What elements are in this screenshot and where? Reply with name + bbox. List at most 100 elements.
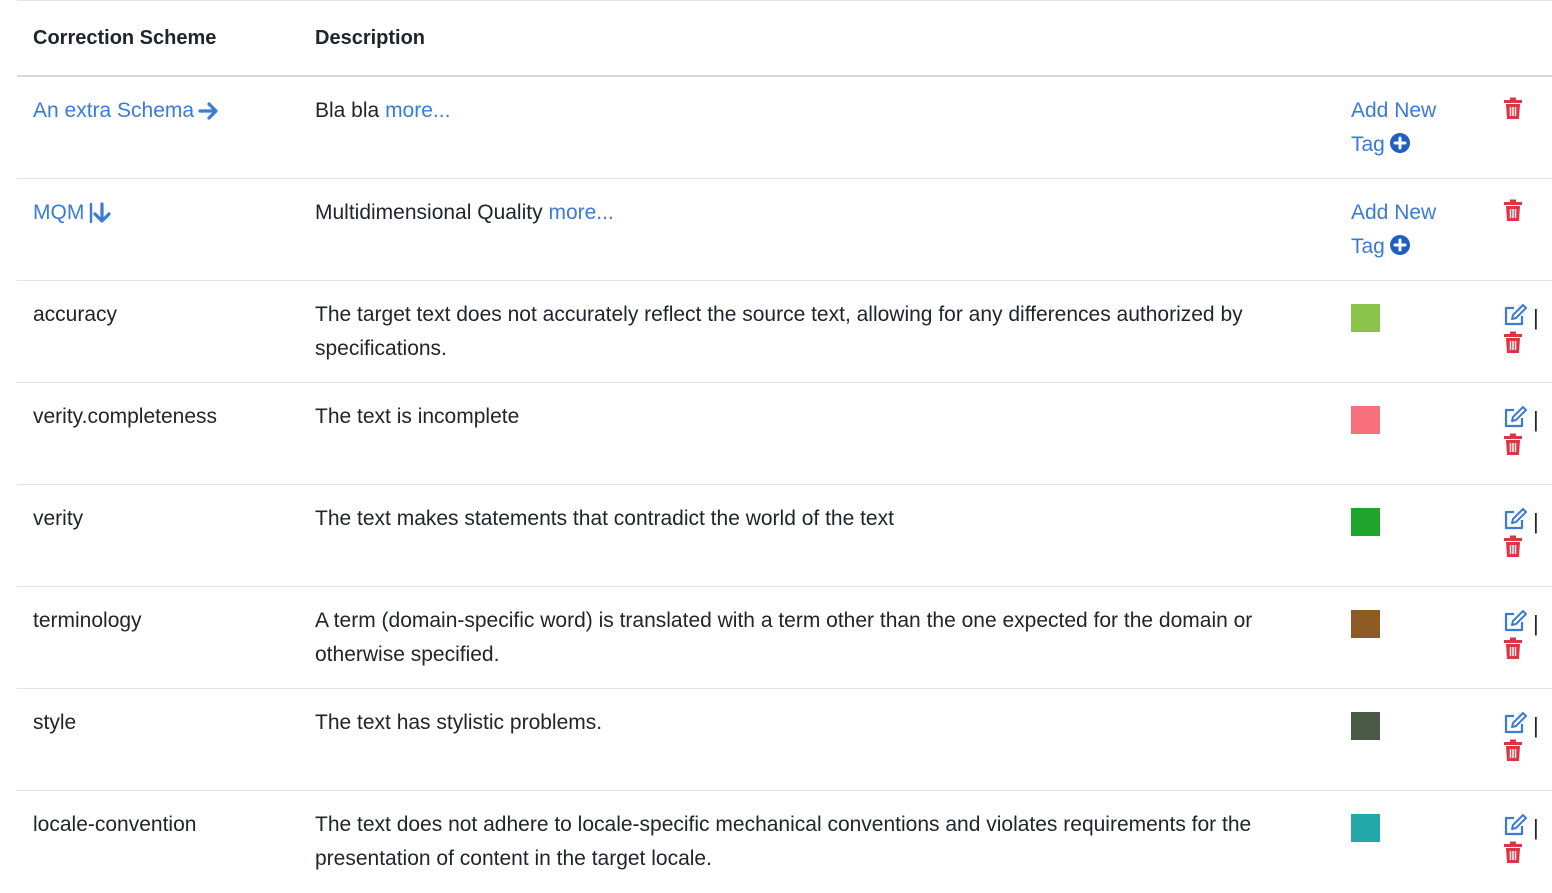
tag-color-swatch	[1351, 406, 1380, 434]
edit-tag-button[interactable]	[1503, 303, 1529, 333]
tag-name: accuracy	[33, 303, 118, 326]
actions-cell	[1487, 97, 1552, 178]
add-new-tag-button[interactable]: Add New Tag	[1351, 196, 1487, 267]
scheme-row: An extra Schema Bla bla more... Add New …	[17, 77, 1552, 179]
edit-tag-button[interactable]	[1503, 813, 1529, 843]
tag-description: The text has stylistic problems.	[315, 711, 603, 734]
tag-description: The text does not adhere to locale-speci…	[315, 813, 1252, 870]
more-link[interactable]: more...	[385, 99, 450, 122]
delete-tag-button[interactable]	[1503, 433, 1552, 462]
edit-tag-button[interactable]	[1503, 405, 1529, 435]
edit-icon	[1504, 610, 1527, 632]
tag-description: The target text does not accurately refl…	[315, 303, 1243, 360]
add-tag-cell: Add New Tag	[1335, 97, 1487, 178]
scheme-description: Bla bla	[315, 99, 380, 122]
tag-row: terminology A term (domain-specific word…	[17, 587, 1552, 689]
tag-color-swatch	[1351, 304, 1380, 332]
table-header: Correction Scheme Description	[17, 1, 1552, 77]
tag-color-cell	[1335, 811, 1487, 893]
scheme-link-extra-schema[interactable]: An extra Schema	[33, 94, 220, 128]
edit-icon	[1504, 508, 1527, 530]
scheme-description-cell: Bla bla more...	[315, 94, 1335, 178]
add-new-tag-label-line1: Add New	[1351, 201, 1437, 224]
tag-description: The text makes statements that contradic…	[315, 507, 894, 530]
edit-tag-button[interactable]	[1503, 507, 1529, 537]
tag-description: The text is incomplete	[315, 405, 520, 428]
delete-scheme-button[interactable]	[1503, 97, 1523, 126]
plus-circle-icon	[1389, 131, 1411, 165]
add-new-tag-label-line2: Tag	[1351, 133, 1385, 156]
tag-row: verity.completeness The text is incomple…	[17, 383, 1552, 485]
actions-cell	[1487, 199, 1552, 280]
tag-color-swatch	[1351, 712, 1380, 740]
arrow-down-icon	[90, 202, 111, 224]
tag-color-cell	[1335, 505, 1487, 586]
add-new-tag-label-line1: Add New	[1351, 99, 1437, 122]
trash-icon	[1504, 97, 1522, 119]
trash-icon	[1504, 739, 1522, 761]
scheme-link-mqm[interactable]: MQM	[33, 196, 112, 230]
correction-scheme-table: Correction Scheme Description An extra S…	[17, 0, 1552, 893]
tag-color-swatch	[1351, 610, 1380, 638]
scheme-description-cell: Multidimensional Quality more...	[315, 196, 1335, 280]
trash-icon	[1504, 331, 1522, 353]
tag-name: verity.completeness	[33, 405, 218, 428]
tag-name: locale-convention	[33, 813, 197, 836]
edit-icon	[1504, 814, 1527, 836]
edit-icon	[1504, 406, 1527, 428]
plus-circle-icon	[1389, 233, 1411, 267]
column-header-description: Description	[315, 27, 426, 49]
scheme-name-cell: An extra Schema	[17, 94, 315, 178]
add-tag-cell: Add New Tag	[1335, 199, 1487, 280]
tag-row: verity The text makes statements that co…	[17, 485, 1552, 587]
action-separator: |	[1533, 407, 1539, 432]
add-new-tag-label-line2: Tag	[1351, 235, 1385, 258]
arrow-right-icon	[198, 102, 218, 120]
actions-cell: |	[1487, 811, 1552, 893]
actions-cell: |	[1487, 709, 1552, 790]
delete-tag-button[interactable]	[1503, 637, 1552, 666]
scheme-description: Multidimensional Quality	[315, 201, 543, 224]
trash-icon	[1504, 637, 1522, 659]
actions-cell: |	[1487, 505, 1552, 586]
actions-cell: |	[1487, 607, 1552, 688]
edit-tag-button[interactable]	[1503, 609, 1529, 639]
actions-cell: |	[1487, 403, 1552, 484]
tag-color-swatch	[1351, 508, 1380, 536]
trash-icon	[1504, 535, 1522, 557]
scheme-name: An extra Schema	[33, 99, 195, 122]
action-separator: |	[1533, 305, 1539, 330]
add-new-tag-button[interactable]: Add New Tag	[1351, 94, 1487, 165]
trash-icon	[1504, 433, 1522, 455]
action-separator: |	[1533, 815, 1539, 840]
actions-cell: |	[1487, 301, 1552, 382]
delete-tag-button[interactable]	[1503, 841, 1552, 870]
tag-color-cell	[1335, 709, 1487, 790]
scheme-name-cell: MQM	[17, 196, 315, 280]
tag-name: terminology	[33, 609, 142, 632]
more-link[interactable]: more...	[548, 201, 613, 224]
tag-row: style The text has stylistic problems. |	[17, 689, 1552, 791]
tag-row: locale-convention The text does not adhe…	[17, 791, 1552, 893]
tag-color-swatch	[1351, 814, 1380, 842]
action-separator: |	[1533, 509, 1539, 534]
tag-name: verity	[33, 507, 84, 530]
edit-tag-button[interactable]	[1503, 711, 1529, 741]
scheme-name: MQM	[33, 201, 85, 224]
edit-icon	[1504, 304, 1527, 326]
delete-scheme-button[interactable]	[1503, 199, 1523, 228]
delete-tag-button[interactable]	[1503, 535, 1552, 564]
delete-tag-button[interactable]	[1503, 331, 1552, 360]
trash-icon	[1504, 199, 1522, 221]
delete-tag-button[interactable]	[1503, 739, 1552, 768]
tag-color-cell	[1335, 403, 1487, 484]
tag-name: style	[33, 711, 77, 734]
tag-description: A term (domain-specific word) is transla…	[315, 609, 1253, 666]
tag-color-cell	[1335, 301, 1487, 382]
tag-row: accuracy The target text does not accura…	[17, 281, 1552, 383]
column-header-correction-scheme: Correction Scheme	[33, 27, 217, 49]
scheme-row: MQM Multidimensional Quality more... Add…	[17, 179, 1552, 281]
tag-color-cell	[1335, 607, 1487, 688]
action-separator: |	[1533, 611, 1539, 636]
trash-icon	[1504, 841, 1522, 863]
